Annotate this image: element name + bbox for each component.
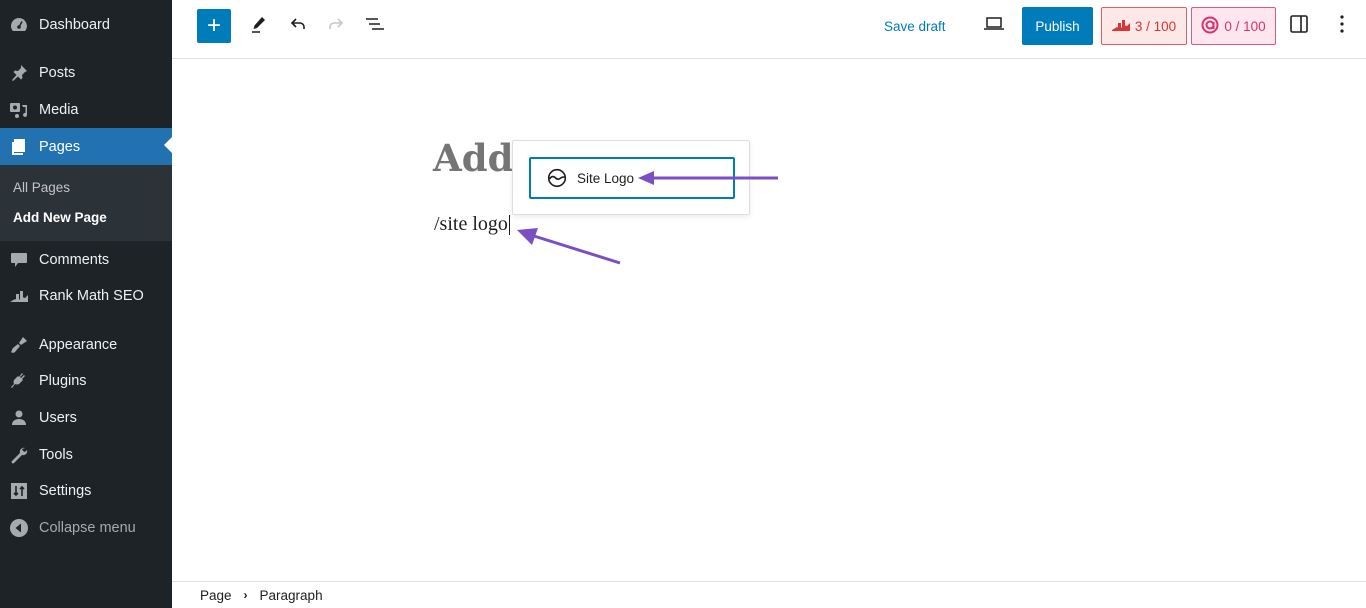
sidebar-item-media[interactable]: Media: [0, 93, 172, 127]
sidebar-item-tools[interactable]: Tools: [0, 438, 172, 472]
sidebar-item-dashboard[interactable]: Dashboard: [0, 8, 172, 42]
settings-icon: [9, 481, 29, 501]
more-vertical-icon: [1339, 14, 1345, 39]
sidebar-item-label: Rank Math SEO: [39, 288, 144, 304]
sidebar-item-label: Pages: [39, 138, 81, 155]
tools-button[interactable]: [242, 9, 276, 43]
publish-button[interactable]: Publish: [1022, 7, 1093, 45]
pages-submenu: All Pages Add New Page: [0, 165, 172, 241]
sidebar-item-comments[interactable]: Comments: [0, 243, 172, 277]
list-view-icon: [364, 14, 386, 39]
sidebar-item-settings[interactable]: Settings: [0, 474, 172, 508]
sidebar-item-rank-math-seo[interactable]: Rank Math SEO: [0, 279, 172, 313]
sidebar-item-label: Tools: [39, 447, 73, 463]
breadcrumb-separator-icon: ›: [243, 588, 248, 602]
paragraph-text: /site logo: [434, 213, 508, 235]
seo-score-button[interactable]: 3 / 100: [1101, 7, 1187, 45]
settings-sidebar-toggle[interactable]: [1282, 9, 1316, 43]
content-ai-icon: [1201, 16, 1219, 37]
sidebar-panel-icon: [1289, 14, 1309, 39]
laptop-icon: [983, 14, 1005, 39]
text-caret: [508, 214, 510, 235]
redo-icon: [326, 14, 346, 39]
submenu-add-new-page[interactable]: Add New Page: [13, 210, 107, 225]
editor-canvas: Add /site logo Site Logo: [172, 60, 1366, 581]
preview-button[interactable]: [977, 9, 1011, 43]
brush-icon: [9, 335, 29, 355]
sidebar-item-label: Users: [39, 410, 77, 426]
editor-toolbar: + Save draft Publish 3 / 100 0 / 100: [172, 0, 1366, 59]
breadcrumb-paragraph[interactable]: Paragraph: [260, 588, 323, 603]
sidebar-item-posts[interactable]: Posts: [0, 56, 172, 90]
redo-button[interactable]: [319, 9, 353, 43]
sidebar-item-label: Settings: [39, 483, 92, 499]
paragraph-block[interactable]: /site logo: [434, 213, 510, 236]
sidebar-item-label: Comments: [39, 252, 110, 268]
sidebar-item-label: Dashboard: [39, 17, 110, 33]
dashboard-icon: [9, 15, 29, 35]
sidebar-item-label: Plugins: [39, 373, 87, 389]
collapse-menu-button[interactable]: Collapse menu: [0, 511, 172, 545]
comment-icon: [9, 250, 29, 270]
submenu-all-pages[interactable]: All Pages: [13, 180, 70, 195]
block-inserter-popover: Site Logo: [512, 140, 750, 215]
pages-icon: [9, 137, 29, 157]
sidebar-item-label: Appearance: [39, 337, 118, 353]
wrench-icon: [9, 445, 29, 465]
admin-sidebar: Dashboard Posts Media Pages All Pages Ad…: [0, 0, 172, 608]
media-icon: [9, 100, 29, 120]
pencil-icon: [249, 14, 269, 39]
inserter-option-label: Site Logo: [577, 170, 635, 186]
page-title-input[interactable]: Add: [433, 136, 513, 180]
site-logo-icon: [547, 168, 567, 188]
add-block-button[interactable]: +: [197, 9, 231, 43]
sidebar-item-pages[interactable]: Pages: [0, 128, 172, 165]
sidebar-item-plugins[interactable]: Plugins: [0, 364, 172, 398]
rank-math-score-icon: [1111, 18, 1130, 35]
plug-icon: [9, 371, 29, 391]
rank-math-icon: [9, 286, 29, 306]
breadcrumb-page[interactable]: Page: [200, 588, 232, 603]
seo-score-value: 3 / 100: [1134, 18, 1177, 34]
block-breadcrumb: Page › Paragraph: [172, 581, 1366, 608]
sidebar-item-appearance[interactable]: Appearance: [0, 328, 172, 362]
pin-icon: [9, 63, 29, 83]
content-score-value: 0 / 100: [1224, 18, 1266, 34]
document-overview-button[interactable]: [358, 9, 392, 43]
undo-icon: [288, 14, 308, 39]
save-draft-button[interactable]: Save draft: [884, 9, 946, 43]
sidebar-item-label: Posts: [39, 65, 76, 81]
options-menu-button[interactable]: [1325, 9, 1359, 43]
content-ai-score-button[interactable]: 0 / 100: [1191, 7, 1276, 45]
annotation-arrow-to-paragraph: [517, 228, 621, 265]
undo-button[interactable]: [281, 9, 315, 43]
sidebar-item-label: Collapse menu: [39, 520, 136, 536]
sidebar-item-label: Media: [39, 102, 79, 118]
sidebar-item-users[interactable]: Users: [0, 401, 172, 435]
inserter-option-site-logo[interactable]: Site Logo: [529, 157, 735, 199]
user-icon: [9, 408, 29, 428]
collapse-icon: [9, 518, 29, 538]
